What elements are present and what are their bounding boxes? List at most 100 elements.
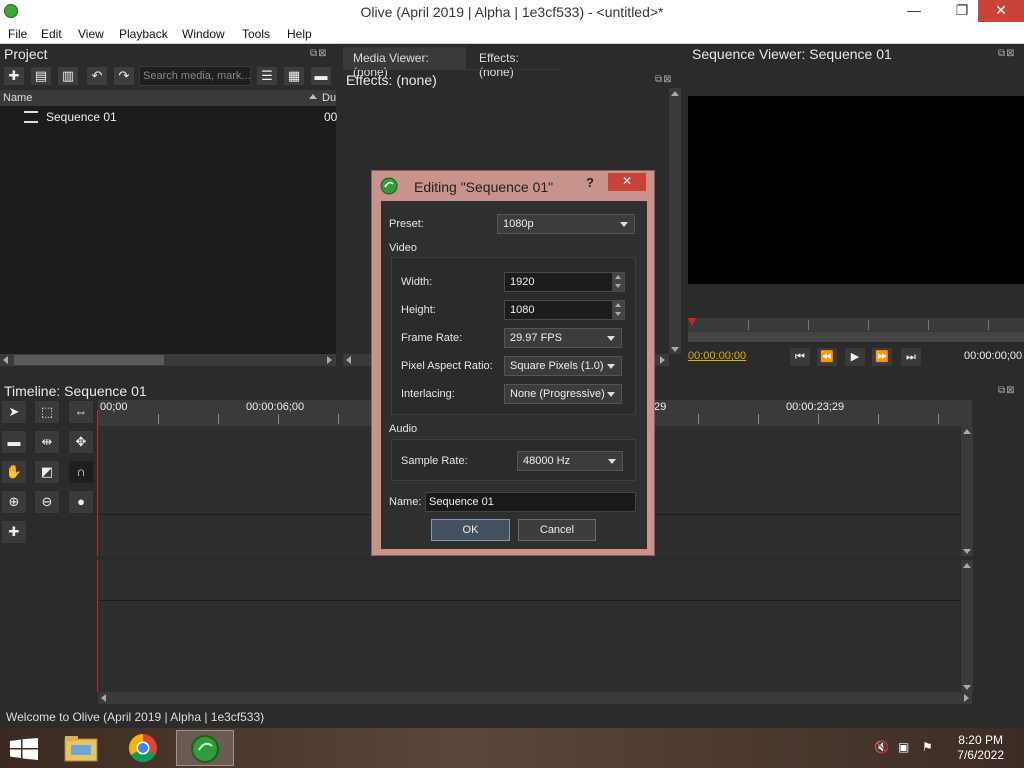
- restore-button[interactable]: ❐: [946, 0, 978, 22]
- ruler-label: 00:00:06;00: [246, 401, 305, 413]
- hand-tool-icon[interactable]: ✋: [1, 460, 27, 484]
- width-label: Width:: [401, 276, 433, 288]
- search-media-input[interactable]: Search media, mark...: [139, 66, 251, 86]
- fast-forward-icon[interactable]: ⏩: [871, 347, 893, 367]
- framerate-label: Frame Rate:: [401, 332, 463, 344]
- olive-taskbar-button[interactable]: [176, 730, 234, 766]
- effects-vscrollbar[interactable]: [669, 88, 681, 354]
- rewind-icon[interactable]: ⏪: [816, 347, 838, 367]
- slide-tool-icon[interactable]: ✥: [68, 430, 94, 454]
- icon-view-icon[interactable]: ▦: [283, 66, 305, 86]
- name-column-header[interactable]: Name: [3, 92, 32, 104]
- pixel-aspect-label: Pixel Aspect Ratio:: [401, 360, 493, 372]
- timeline-dock-icons[interactable]: ⧉⊠: [998, 385, 1016, 396]
- framerate-value: 29.97 FPS: [510, 332, 562, 344]
- menu-file[interactable]: File: [8, 27, 27, 41]
- minimize-button[interactable]: —: [898, 0, 930, 22]
- end-timecode: 00:00:00;00: [964, 350, 1023, 362]
- menu-tools[interactable]: Tools: [242, 27, 270, 41]
- file-explorer-taskbar-button[interactable]: [52, 730, 110, 766]
- volume-muted-icon[interactable]: 🔇: [874, 740, 889, 754]
- dialog-close-button[interactable]: ✕: [608, 173, 646, 191]
- video-vscrollbar[interactable]: [961, 426, 973, 556]
- spin-up-icon[interactable]: [612, 301, 624, 310]
- undo-icon[interactable]: ↶: [86, 66, 108, 86]
- effects-dock-icons[interactable]: ⧉⊠: [655, 74, 673, 85]
- razor-tool-icon[interactable]: ▬: [1, 430, 27, 454]
- playhead-marker[interactable]: [688, 318, 696, 326]
- slip-tool-icon[interactable]: ⇹: [34, 430, 60, 454]
- interlacing-dropdown[interactable]: None (Progressive): [504, 384, 622, 404]
- framerate-dropdown[interactable]: 29.97 FPS: [504, 328, 622, 348]
- width-spinbox[interactable]: 1920: [504, 272, 625, 292]
- record-icon[interactable]: ●: [68, 490, 94, 514]
- network-icon[interactable]: ▣: [898, 740, 909, 754]
- transition-tool-icon[interactable]: ◩: [34, 460, 60, 484]
- help-button[interactable]: ?: [586, 175, 594, 190]
- ok-button[interactable]: OK: [431, 519, 510, 541]
- viewer-dock-icons[interactable]: ⧉⊠: [998, 48, 1016, 59]
- timeline-panel-title: Timeline: Sequence 01: [4, 383, 147, 399]
- zoom-out-icon[interactable]: ⊖: [34, 490, 60, 514]
- pointer-tool-icon[interactable]: ➤: [1, 400, 27, 424]
- timeline-playhead[interactable]: [97, 560, 98, 692]
- video-preview: [688, 96, 1024, 284]
- height-label: Height:: [401, 304, 436, 316]
- chrome-taskbar-button[interactable]: [114, 730, 172, 766]
- menu-view[interactable]: View: [78, 27, 104, 41]
- menu-help[interactable]: Help: [287, 27, 312, 41]
- sample-rate-dropdown[interactable]: 48000 Hz: [517, 451, 623, 471]
- tree-view-icon[interactable]: ▬: [310, 66, 332, 86]
- scroll-left-icon[interactable]: [0, 354, 12, 366]
- scroll-thumb[interactable]: [14, 355, 164, 365]
- cancel-button[interactable]: Cancel: [518, 519, 596, 541]
- skip-start-icon[interactable]: ⏮: [789, 347, 811, 367]
- preset-dropdown[interactable]: 1080p: [497, 214, 635, 234]
- list-item[interactable]: Sequence 01 00: [0, 108, 337, 126]
- save-icon[interactable]: ▥: [57, 66, 79, 86]
- pixel-aspect-dropdown[interactable]: Square Pixels (1.0): [504, 356, 622, 376]
- spin-down-icon[interactable]: [612, 282, 624, 291]
- audio-track-area[interactable]: [98, 560, 960, 692]
- menu-playback[interactable]: Playback: [119, 27, 168, 41]
- tab-media-viewer[interactable]: Media Viewer: (none): [343, 47, 466, 79]
- new-icon[interactable]: ✚: [3, 66, 25, 86]
- windows-start-icon[interactable]: [10, 738, 38, 760]
- chrome-icon: [129, 734, 157, 762]
- zoom-in-icon[interactable]: ⊕: [1, 490, 27, 514]
- current-timecode[interactable]: 00:00:00;00: [688, 350, 746, 362]
- play-icon[interactable]: ▶: [844, 347, 866, 367]
- timeline-hscrollbar[interactable]: [98, 692, 972, 704]
- height-spinbox[interactable]: 1080: [504, 300, 625, 320]
- tab-effects[interactable]: Effects: (none): [469, 47, 564, 79]
- spin-up-icon[interactable]: [612, 273, 624, 282]
- list-view-icon[interactable]: ☰: [256, 66, 278, 86]
- preset-label: Preset:: [389, 218, 424, 230]
- title-bar: Olive (April 2019 | Alpha | 1e3cf533) - …: [0, 0, 1024, 24]
- add-track-icon[interactable]: ✚: [1, 520, 27, 544]
- status-bar: Welcome to Olive (April 2019 | Alpha | 1…: [0, 706, 1024, 728]
- sequence-name-field[interactable]: Sequence 01: [425, 492, 636, 512]
- snapping-toggle-icon[interactable]: ∩: [68, 460, 94, 484]
- sequence-settings-dialog: Editing "Sequence 01" ? ✕ Preset: 1080p …: [371, 170, 655, 556]
- viewer-scrollbar[interactable]: [688, 332, 1024, 342]
- timeline-playhead[interactable]: [97, 410, 98, 556]
- sort-ascending-icon: [309, 94, 317, 99]
- system-clock[interactable]: 8:20 PM 7/6/2022: [957, 733, 1004, 763]
- edit-tool-icon[interactable]: ⬚: [34, 400, 60, 424]
- menu-edit[interactable]: Edit: [41, 27, 62, 41]
- redo-icon[interactable]: ↷: [113, 66, 135, 86]
- duration-column-header[interactable]: Du: [322, 92, 336, 104]
- scroll-right-icon[interactable]: [323, 354, 335, 366]
- spin-down-icon[interactable]: [612, 310, 624, 319]
- skip-end-icon[interactable]: ⏭: [900, 347, 922, 367]
- project-hscrollbar[interactable]: [0, 354, 336, 366]
- project-dock-icons[interactable]: ⧉⊠: [310, 48, 328, 59]
- audio-vscrollbar[interactable]: [961, 560, 973, 692]
- menu-window[interactable]: Window: [182, 27, 225, 41]
- viewer-ruler[interactable]: [688, 318, 1024, 332]
- open-file-icon[interactable]: ▤: [30, 66, 52, 86]
- ripple-tool-icon[interactable]: ⇔: [68, 400, 94, 424]
- close-window-button[interactable]: ✕: [978, 0, 1024, 22]
- action-center-icon[interactable]: ⚑: [922, 740, 933, 754]
